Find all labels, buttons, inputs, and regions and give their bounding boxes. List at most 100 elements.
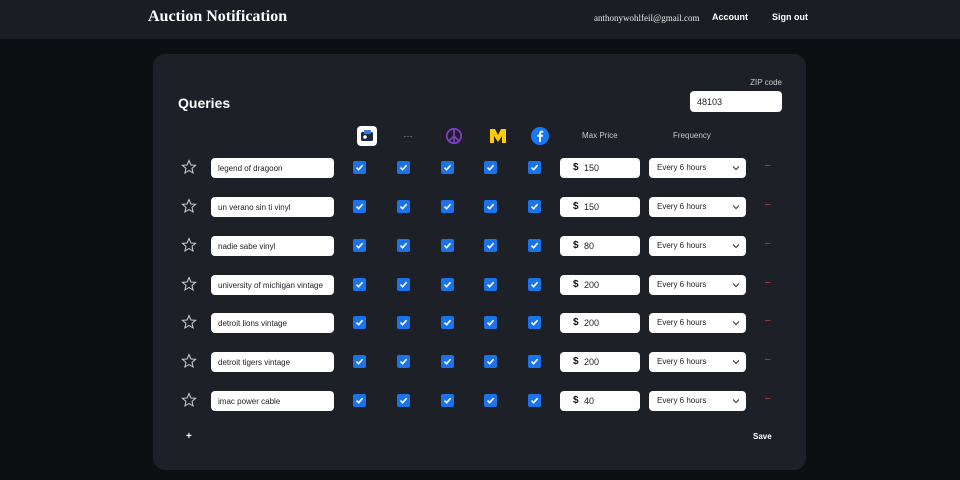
check-icon: [486, 242, 495, 249]
check-icon: [486, 281, 495, 288]
max-price-value: 150: [584, 202, 600, 212]
query-input[interactable]: [211, 236, 334, 256]
table-row: $200 Every 6 hours –: [153, 274, 806, 296]
table-row: $40 Every 6 hours –: [153, 390, 806, 412]
source-checkbox-more-dots[interactable]: [397, 278, 410, 291]
source-checkbox-more-dots[interactable]: [397, 200, 410, 213]
source-checkbox-facebook[interactable]: [528, 161, 541, 174]
remove-query-button[interactable]: –: [765, 238, 771, 249]
query-input[interactable]: [211, 158, 334, 178]
source-checkbox-more-dots[interactable]: [397, 355, 410, 368]
sign-out-link[interactable]: Sign out: [772, 12, 808, 22]
source-checkbox-facebook[interactable]: [528, 316, 541, 329]
frequency-select[interactable]: Every 6 hours: [649, 391, 746, 411]
star-icon[interactable]: [181, 198, 197, 214]
frequency-select[interactable]: Every 6 hours: [649, 197, 746, 217]
check-icon: [486, 164, 495, 171]
source-checkbox-facebook[interactable]: [528, 239, 541, 252]
source-checkbox-more-dots[interactable]: [397, 394, 410, 407]
check-icon: [443, 203, 452, 210]
zip-code-input[interactable]: [690, 91, 782, 112]
source-checkbox-app-store[interactable]: [353, 278, 366, 291]
source-checkbox-facebook[interactable]: [528, 355, 541, 368]
source-checkbox-peace-sign[interactable]: [441, 394, 454, 407]
source-checkbox-app-store[interactable]: [353, 316, 366, 329]
chevron-down-icon: [732, 244, 740, 249]
max-price-input[interactable]: $200: [560, 275, 640, 295]
max-price-input[interactable]: $200: [560, 352, 640, 372]
check-icon: [399, 281, 408, 288]
source-checkbox-peace-sign[interactable]: [441, 239, 454, 252]
max-price-header: Max Price: [582, 131, 618, 140]
source-checkbox-michigan-m[interactable]: [484, 316, 497, 329]
source-checkbox-michigan-m[interactable]: [484, 394, 497, 407]
check-icon: [443, 358, 452, 365]
check-icon: [443, 281, 452, 288]
source-checkbox-more-dots[interactable]: [397, 239, 410, 252]
source-checkbox-peace-sign[interactable]: [441, 316, 454, 329]
remove-query-button[interactable]: –: [765, 277, 771, 288]
save-button[interactable]: Save: [753, 432, 772, 441]
star-icon[interactable]: [181, 276, 197, 292]
source-checkbox-facebook[interactable]: [528, 394, 541, 407]
add-query-button[interactable]: +: [186, 431, 192, 442]
table-row: $150 Every 6 hours –: [153, 157, 806, 179]
query-input[interactable]: [211, 197, 334, 217]
source-checkbox-more-dots[interactable]: [397, 161, 410, 174]
remove-query-button[interactable]: –: [765, 393, 771, 404]
star-icon[interactable]: [181, 392, 197, 408]
frequency-select[interactable]: Every 6 hours: [649, 236, 746, 256]
query-input[interactable]: [211, 391, 334, 411]
source-checkbox-peace-sign[interactable]: [441, 278, 454, 291]
source-checkbox-michigan-m[interactable]: [484, 355, 497, 368]
max-price-input[interactable]: $80: [560, 236, 640, 256]
source-checkbox-peace-sign[interactable]: [441, 200, 454, 213]
star-icon[interactable]: [181, 159, 197, 175]
max-price-value: 40: [584, 396, 595, 406]
source-checkbox-michigan-m[interactable]: [484, 278, 497, 291]
remove-query-button[interactable]: –: [765, 160, 771, 171]
source-checkbox-more-dots[interactable]: [397, 316, 410, 329]
max-price-input[interactable]: $150: [560, 197, 640, 217]
check-icon: [443, 164, 452, 171]
check-icon: [355, 281, 364, 288]
page-title: Queries: [178, 95, 231, 111]
currency-symbol: $: [573, 162, 579, 173]
check-icon: [530, 358, 539, 365]
queries-card: Queries ZIP code ··· Max Price Frequency…: [153, 54, 806, 470]
frequency-select[interactable]: Every 6 hours: [649, 158, 746, 178]
source-checkbox-app-store[interactable]: [353, 355, 366, 368]
remove-query-button[interactable]: –: [765, 315, 771, 326]
query-input[interactable]: [211, 313, 334, 333]
chevron-down-icon: [732, 360, 740, 365]
query-input[interactable]: [211, 275, 334, 295]
remove-query-button[interactable]: –: [765, 354, 771, 365]
account-link[interactable]: Account: [712, 12, 748, 22]
source-checkbox-facebook[interactable]: [528, 200, 541, 213]
source-checkbox-peace-sign[interactable]: [441, 355, 454, 368]
max-price-input[interactable]: $40: [560, 391, 640, 411]
source-checkbox-michigan-m[interactable]: [484, 161, 497, 174]
source-checkbox-michigan-m[interactable]: [484, 239, 497, 252]
source-checkbox-peace-sign[interactable]: [441, 161, 454, 174]
star-icon[interactable]: [181, 314, 197, 330]
source-checkbox-michigan-m[interactable]: [484, 200, 497, 213]
source-checkbox-app-store[interactable]: [353, 200, 366, 213]
check-icon: [530, 397, 539, 404]
max-price-input[interactable]: $150: [560, 158, 640, 178]
check-icon: [355, 319, 364, 326]
frequency-value: Every 6 hours: [657, 163, 707, 172]
source-checkbox-facebook[interactable]: [528, 278, 541, 291]
star-icon[interactable]: [181, 237, 197, 253]
source-checkbox-app-store[interactable]: [353, 239, 366, 252]
star-icon[interactable]: [181, 353, 197, 369]
query-input[interactable]: [211, 352, 334, 372]
frequency-select[interactable]: Every 6 hours: [649, 275, 746, 295]
source-checkbox-app-store[interactable]: [353, 394, 366, 407]
frequency-select[interactable]: Every 6 hours: [649, 313, 746, 333]
max-price-input[interactable]: $200: [560, 313, 640, 333]
frequency-select[interactable]: Every 6 hours: [649, 352, 746, 372]
remove-query-button[interactable]: –: [765, 199, 771, 210]
source-checkbox-app-store[interactable]: [353, 161, 366, 174]
zip-code-label: ZIP code: [750, 78, 782, 87]
